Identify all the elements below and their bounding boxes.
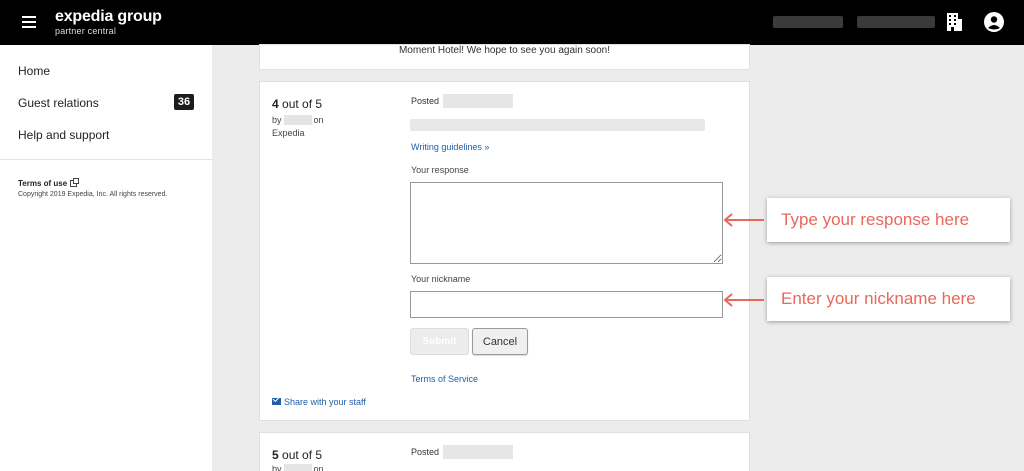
chevron-down-icon: » <box>484 142 490 152</box>
top-bar: expedia group partner central <box>0 0 1024 45</box>
terms-of-use-link[interactable]: Terms of use <box>18 178 80 188</box>
next-redacted-reviewer <box>283 464 312 471</box>
next-reviewer-line: by on <box>272 464 324 471</box>
terms-of-service-link[interactable]: Terms of Service <box>411 374 478 384</box>
next-posted-label: Posted <box>411 447 440 457</box>
rating-suffix: out of 5 <box>282 97 323 111</box>
cancel-button[interactable]: Cancel <box>472 328 528 355</box>
next-review-card: 5 out of 5 by on Posted <box>259 432 750 471</box>
copyright-text: Copyright 2019 Expedia, Inc. All rights … <box>18 191 168 198</box>
by-suffix: on <box>313 115 324 125</box>
mail-icon <box>272 398 281 405</box>
response-textarea[interactable] <box>410 182 723 264</box>
redacted-reviewer-name <box>283 115 312 125</box>
menu-icon[interactable] <box>22 16 36 28</box>
submit-button[interactable]: Submit <box>410 328 469 355</box>
next-review-rating: 5 out of 5 <box>272 448 322 462</box>
redacted-property-name <box>773 16 843 28</box>
redacted-posted-date <box>443 94 513 108</box>
reviewer-line: by on <box>272 115 324 125</box>
share-with-staff-link[interactable]: Share with your staff <box>272 397 366 407</box>
review-card: 4 out of 5 by on Expedia Posted Writing g… <box>259 81 750 421</box>
nickname-callout: Enter your nickname here <box>767 277 1010 321</box>
rating-value: 4 <box>272 97 279 111</box>
sidebar: Home Guest relations 36 Help and support… <box>0 45 212 471</box>
next-by-suffix: on <box>313 464 324 471</box>
external-link-icon <box>70 178 80 187</box>
arrow-left-icon <box>723 213 764 227</box>
sidebar-divider <box>0 159 212 160</box>
posted-label: Posted <box>411 96 440 106</box>
previous-response-text: Moment Hotel! We hope to see you again s… <box>398 45 611 56</box>
redacted-review-text <box>410 119 705 131</box>
logo[interactable]: expedia group partner central <box>55 8 162 36</box>
nickname-input[interactable] <box>410 291 723 318</box>
logo-main-text: expedia group <box>55 8 162 25</box>
guest-relations-count-badge: 36 <box>174 94 194 110</box>
review-rating: 4 out of 5 <box>272 97 322 111</box>
logo-sub-text: partner central <box>55 26 117 36</box>
nickname-label: Your nickname <box>411 274 471 284</box>
building-icon[interactable] <box>946 13 962 31</box>
writing-guidelines-link[interactable]: Writing guidelines » <box>411 142 489 152</box>
next-rating-suffix: out of 5 <box>282 448 323 462</box>
next-rating-value: 5 <box>272 448 279 462</box>
share-label: Share with your staff <box>284 397 366 407</box>
terms-of-use-label: Terms of use <box>18 179 68 188</box>
sidebar-item-help[interactable]: Help and support <box>18 128 109 142</box>
next-redacted-posted-date <box>443 445 513 459</box>
sidebar-item-home[interactable]: Home <box>18 64 50 78</box>
response-label: Your response <box>411 165 469 175</box>
review-source: Expedia <box>272 128 305 138</box>
previous-review-card: Moment Hotel! We hope to see you again s… <box>259 44 750 70</box>
response-callout: Type your response here <box>767 198 1010 242</box>
sidebar-item-guest-relations[interactable]: Guest relations <box>18 96 99 110</box>
redacted-property-id <box>857 16 935 28</box>
by-prefix: by <box>272 115 282 125</box>
next-by-prefix: by <box>272 464 282 471</box>
account-icon[interactable] <box>984 12 1004 32</box>
writing-guidelines-label: Writing guidelines <box>411 142 482 152</box>
arrow-left-icon <box>723 293 764 307</box>
